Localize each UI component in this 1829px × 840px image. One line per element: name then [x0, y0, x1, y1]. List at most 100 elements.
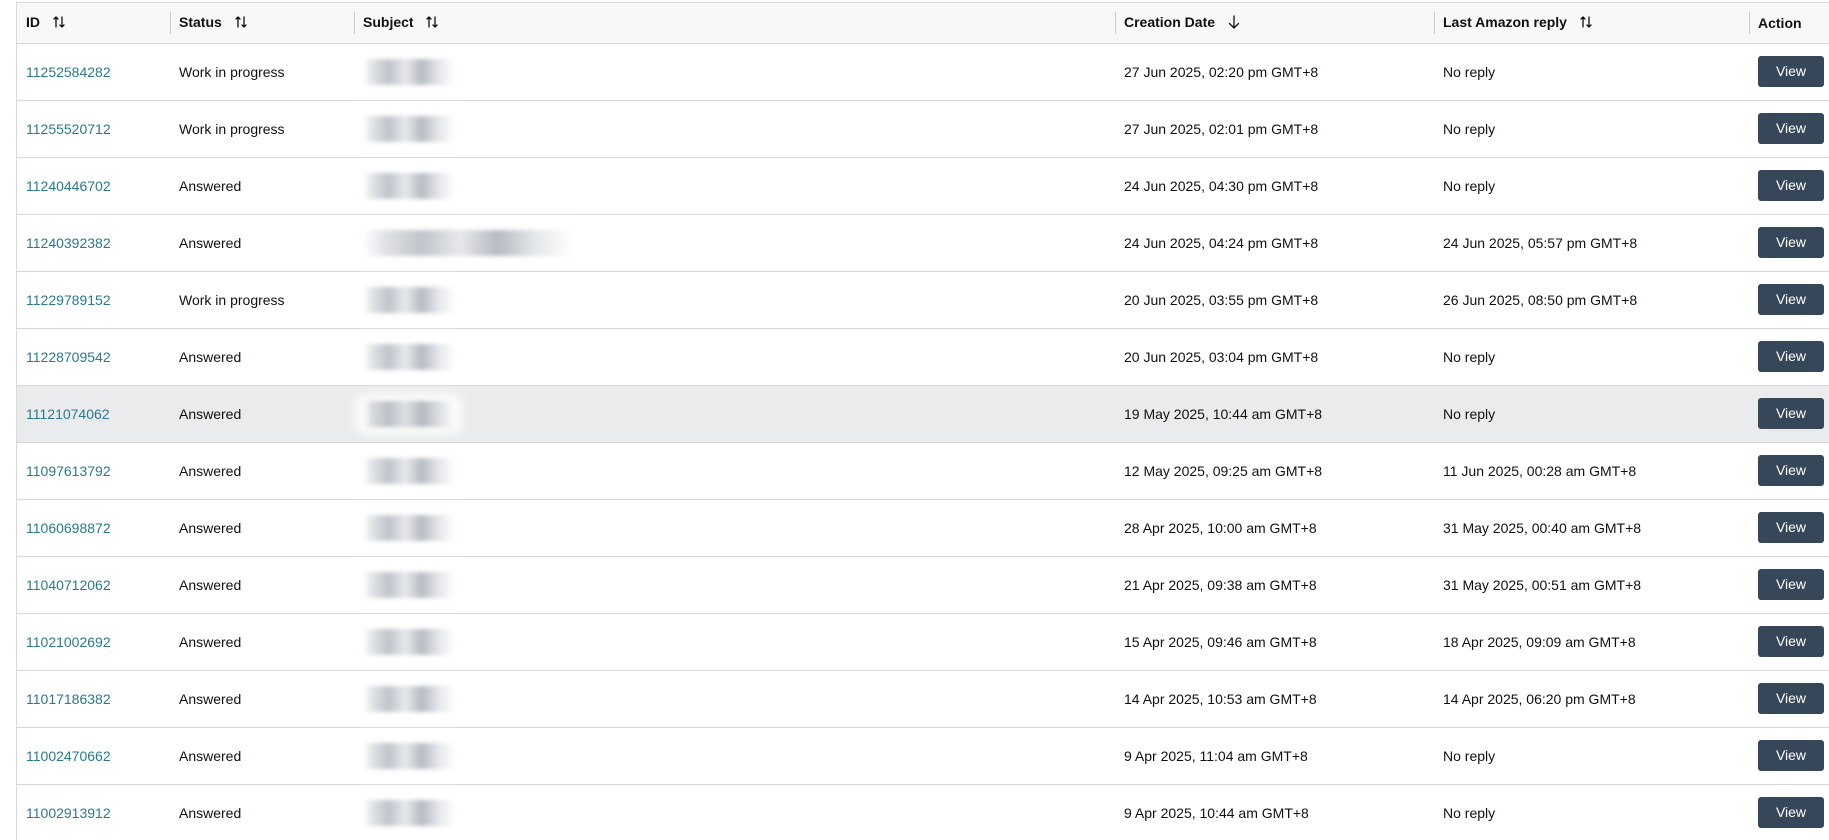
case-id-cell: 11240446702 [17, 157, 170, 215]
creation-date-cell: 24 Jun 2025, 04:30 pm GMT+8 [1115, 157, 1434, 215]
status-cell: Work in progress [170, 100, 354, 158]
last-reply-cell: 31 May 2025, 00:40 am GMT+8 [1434, 499, 1749, 557]
action-cell: View [1749, 214, 1829, 272]
redacted-subject [363, 343, 455, 370]
case-id-link[interactable]: 11228709542 [26, 349, 111, 365]
column-header-id[interactable]: ID [17, 3, 170, 44]
view-button[interactable]: View [1758, 569, 1824, 600]
creation-date-cell: 27 Jun 2025, 02:20 pm GMT+8 [1115, 43, 1434, 101]
view-button[interactable]: View [1758, 113, 1824, 144]
case-id-link[interactable]: 11240392382 [26, 235, 111, 251]
status-cell: Answered [170, 499, 354, 557]
sort-up-down-icon[interactable] [426, 15, 439, 32]
action-cell: View [1749, 385, 1829, 443]
case-id-cell: 11229789152 [17, 271, 170, 329]
last-reply-cell: No reply [1434, 100, 1749, 158]
arrow-down-icon[interactable] [1228, 15, 1240, 32]
table-header-row: ID Status Subject Creation Date Last Ama… [17, 3, 1829, 44]
redacted-subject [363, 628, 455, 655]
view-button[interactable]: View [1758, 56, 1824, 87]
case-id-link[interactable]: 11040712062 [26, 577, 111, 593]
action-cell: View [1749, 271, 1829, 329]
table-row: 11040712062 Answered 21 Apr 2025, 09:38 am… [17, 556, 1829, 614]
table-row: 11240446702 Answered 24 Jun 2025, 04:30 pm… [17, 157, 1829, 215]
subject-cell [354, 271, 1115, 329]
table-row: 11002913912 Answered 9 Apr 2025, 10:44 am … [17, 784, 1829, 840]
subject-cell [354, 442, 1115, 500]
last-reply-cell: No reply [1434, 43, 1749, 101]
view-button[interactable]: View [1758, 398, 1824, 429]
subject-cell [354, 328, 1115, 386]
redacted-subject [363, 457, 455, 484]
case-id-link[interactable]: 11229789152 [26, 292, 111, 308]
view-button[interactable]: View [1758, 284, 1824, 315]
creation-date-cell: 24 Jun 2025, 04:24 pm GMT+8 [1115, 214, 1434, 272]
subject-cell [354, 613, 1115, 671]
subject-cell [354, 556, 1115, 614]
creation-date-cell: 20 Jun 2025, 03:55 pm GMT+8 [1115, 271, 1434, 329]
view-button[interactable]: View [1758, 683, 1824, 714]
case-id-link[interactable]: 11060698872 [26, 520, 111, 536]
creation-date-cell: 27 Jun 2025, 02:01 pm GMT+8 [1115, 100, 1434, 158]
sort-up-down-icon[interactable] [1580, 15, 1592, 32]
subject-cell [354, 499, 1115, 557]
sort-up-down-icon[interactable] [53, 15, 65, 32]
last-reply-cell: 11 Jun 2025, 00:28 am GMT+8 [1434, 442, 1749, 500]
view-button[interactable]: View [1758, 227, 1824, 258]
case-id-link[interactable]: 11017186382 [26, 691, 111, 707]
redacted-subject [363, 229, 573, 256]
view-button[interactable]: View [1758, 797, 1824, 828]
view-button[interactable]: View [1758, 455, 1824, 486]
status-cell: Answered [170, 328, 354, 386]
case-id-cell: 11255520712 [17, 100, 170, 158]
case-id-cell: 11040712062 [17, 556, 170, 614]
status-cell: Work in progress [170, 43, 354, 101]
table-row: 11097613792 Answered 12 May 2025, 09:25 am… [17, 442, 1829, 500]
action-cell: View [1749, 784, 1829, 840]
creation-date-cell: 21 Apr 2025, 09:38 am GMT+8 [1115, 556, 1434, 614]
case-id-link[interactable]: 11021002692 [26, 634, 111, 650]
case-id-link[interactable]: 11002913912 [26, 805, 111, 821]
sort-up-down-icon[interactable] [235, 15, 247, 32]
status-cell: Answered [170, 727, 354, 785]
case-id-cell: 11002470662 [17, 727, 170, 785]
action-cell: View [1749, 670, 1829, 728]
last-reply-cell: No reply [1434, 784, 1749, 840]
view-button[interactable]: View [1758, 512, 1824, 543]
subject-cell [354, 784, 1115, 840]
case-id-cell: 11240392382 [17, 214, 170, 272]
subject-cell [354, 214, 1115, 272]
table-row: 11017186382 Answered 14 Apr 2025, 10:53 am… [17, 670, 1829, 728]
status-cell: Answered [170, 613, 354, 671]
last-reply-cell: No reply [1434, 157, 1749, 215]
case-id-link[interactable]: 11252584282 [26, 64, 111, 80]
creation-date-cell: 9 Apr 2025, 11:04 am GMT+8 [1115, 727, 1434, 785]
column-header-label: Subject [363, 13, 414, 30]
creation-date-cell: 12 May 2025, 09:25 am GMT+8 [1115, 442, 1434, 500]
column-header-subject[interactable]: Subject [354, 3, 1115, 44]
view-button[interactable]: View [1758, 626, 1824, 657]
case-id-cell: 11121074062 [17, 385, 170, 443]
redacted-subject [363, 115, 455, 142]
case-id-link[interactable]: 11255520712 [26, 121, 111, 137]
status-cell: Answered [170, 385, 354, 443]
case-id-cell: 11097613792 [17, 442, 170, 500]
action-cell: View [1749, 499, 1829, 557]
column-header-status[interactable]: Status [170, 3, 354, 44]
case-id-link[interactable]: 11097613792 [26, 463, 111, 479]
table-row: 11228709542 Answered 20 Jun 2025, 03:04 pm… [17, 328, 1829, 386]
case-id-link[interactable]: 11002470662 [26, 748, 111, 764]
case-id-cell: 11228709542 [17, 328, 170, 386]
case-id-link[interactable]: 11240446702 [26, 178, 111, 194]
column-header-creation-date[interactable]: Creation Date [1115, 3, 1434, 44]
creation-date-cell: 20 Jun 2025, 03:04 pm GMT+8 [1115, 328, 1434, 386]
view-button[interactable]: View [1758, 341, 1824, 372]
view-button[interactable]: View [1758, 740, 1824, 771]
last-reply-cell: No reply [1434, 385, 1749, 443]
column-header-label: Action [1758, 14, 1802, 31]
view-button[interactable]: View [1758, 170, 1824, 201]
cases-table-container: ID Status Subject Creation Date Last Ama… [16, 2, 1829, 840]
case-id-link[interactable]: 11121074062 [26, 406, 110, 422]
action-cell: View [1749, 613, 1829, 671]
column-header-last-reply[interactable]: Last Amazon reply [1434, 3, 1749, 44]
